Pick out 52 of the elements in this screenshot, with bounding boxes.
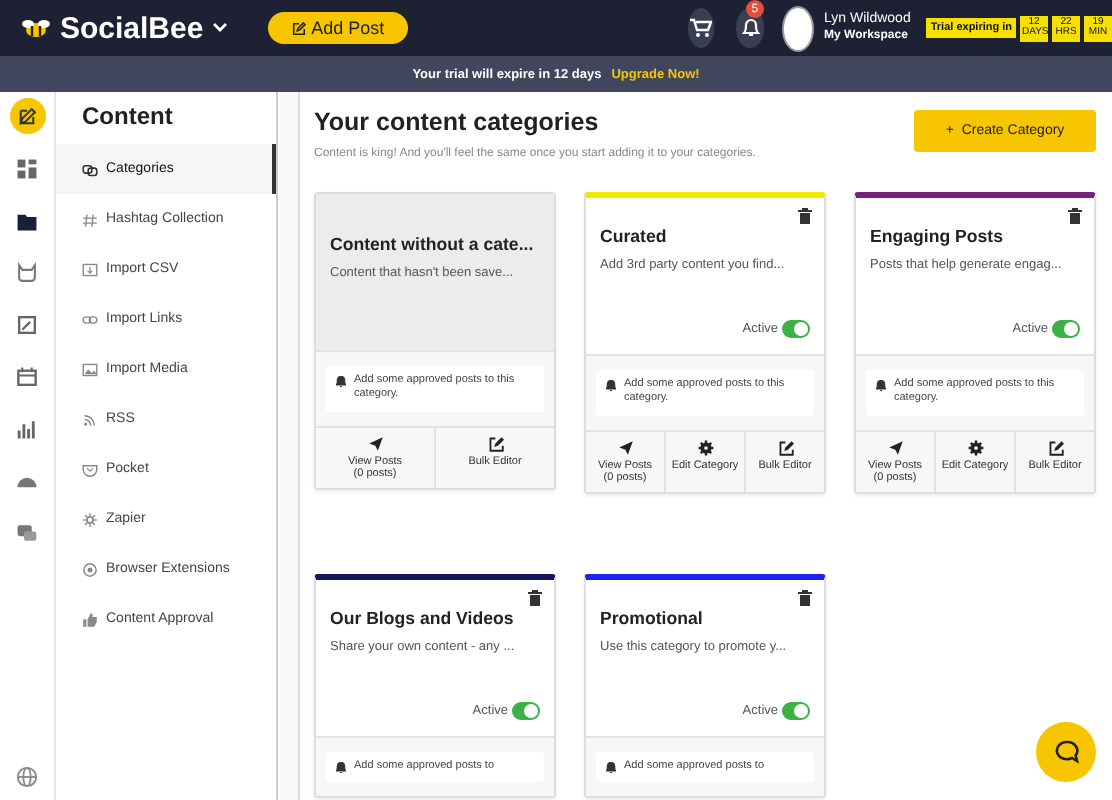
trash-icon[interactable] <box>1068 208 1082 224</box>
card-title: Promotional <box>600 607 705 628</box>
chat-bubble-icon <box>1053 740 1079 764</box>
bell-icon <box>876 380 886 392</box>
paper-plane-icon <box>887 439 903 456</box>
active-toggle[interactable] <box>782 320 810 338</box>
trash-icon[interactable] <box>798 208 812 224</box>
overlapping-squares-icon <box>82 161 98 177</box>
edit-icon <box>487 435 503 452</box>
paper-plane-icon <box>367 435 383 452</box>
gear-icon <box>697 439 713 456</box>
circle-dot-icon <box>82 561 98 577</box>
active-toggle[interactable] <box>512 701 540 720</box>
active-toggle[interactable] <box>1052 320 1080 338</box>
thumbs-up-icon <box>82 611 98 627</box>
scrollbar[interactable] <box>278 92 300 800</box>
card-title: Content without a cate... <box>330 234 536 254</box>
cart-button[interactable] <box>687 8 715 48</box>
trash-icon[interactable] <box>798 589 812 606</box>
bell-icon <box>606 761 616 774</box>
globe-icon[interactable] <box>16 766 38 788</box>
bell-icon <box>606 380 616 392</box>
card-title: Engaging Posts <box>870 226 1005 246</box>
rss-icon <box>82 411 98 427</box>
trash-icon[interactable] <box>528 589 542 606</box>
edit-icon <box>291 21 306 35</box>
sidebar-title: Content <box>80 102 175 134</box>
edit-icon <box>1047 439 1063 456</box>
bell-icon <box>336 376 346 388</box>
cart-icon <box>690 18 713 38</box>
download-box-icon <box>82 261 98 277</box>
avatar[interactable] <box>781 5 815 51</box>
card-title: Our Blogs and Videos <box>330 607 516 628</box>
bell-icon <box>741 18 760 38</box>
image-icon <box>82 361 98 377</box>
pocket-icon <box>82 461 98 477</box>
edit-icon <box>777 439 793 456</box>
gear-icon <box>82 511 98 527</box>
chat-button[interactable] <box>1036 722 1096 782</box>
chevron-down-icon[interactable] <box>211 22 228 34</box>
page-title: Your content categories <box>314 108 601 136</box>
link-icon <box>82 311 98 327</box>
card-title: Curated <box>600 226 669 246</box>
bee-logo-icon <box>20 17 52 39</box>
bell-icon <box>336 761 346 774</box>
paper-plane-icon <box>617 439 633 456</box>
add-post-button[interactable]: Add Post <box>267 12 408 44</box>
logo-text: SocialBee <box>60 11 204 45</box>
gear-icon <box>967 439 983 456</box>
hash-icon <box>82 211 98 227</box>
active-toggle[interactable] <box>782 701 810 720</box>
nav-icon[interactable] <box>9 98 45 134</box>
